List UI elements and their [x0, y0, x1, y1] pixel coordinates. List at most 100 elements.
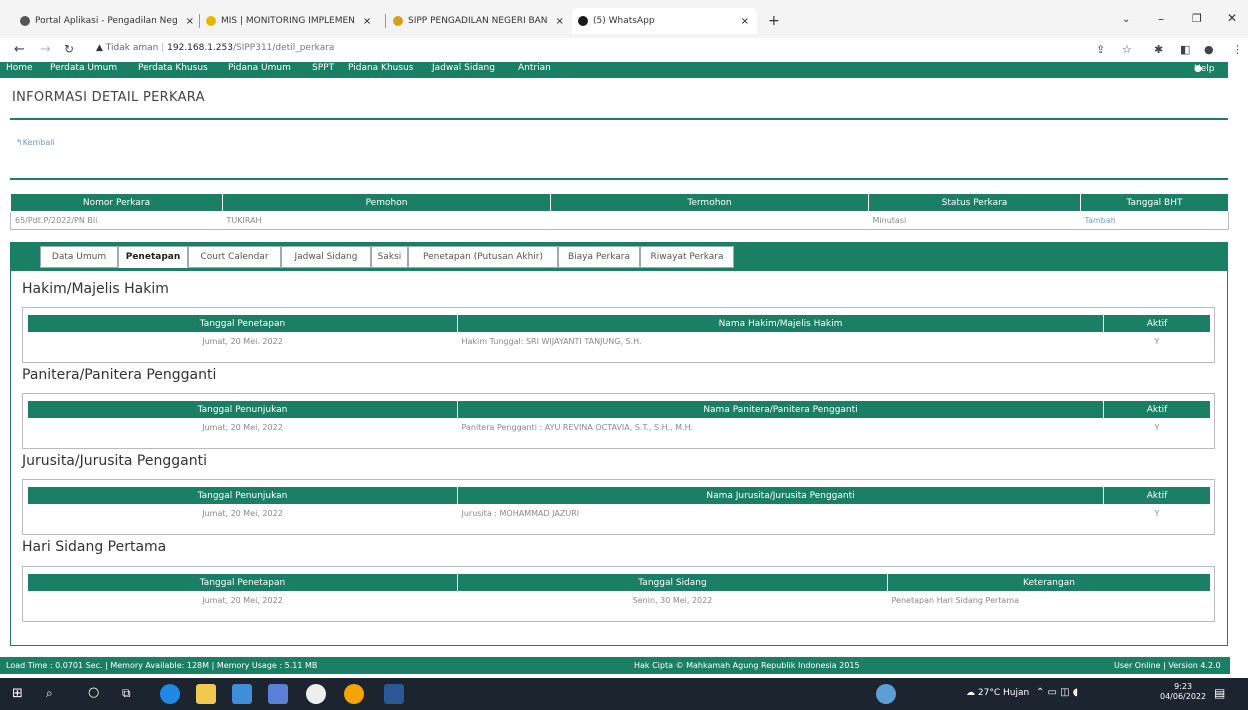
tab-jadwal-sidang[interactable]: Jadwal Sidang — [281, 246, 371, 268]
minimize-icon[interactable]: – — [1158, 12, 1164, 26]
profile-icon[interactable]: ● — [1204, 43, 1214, 56]
col-header: Nama Panitera/Panitera Pengganti — [457, 400, 1104, 419]
clock-time: 9:23 — [1174, 682, 1193, 691]
col-header: Keterangan — [887, 573, 1211, 592]
nav-item-pidana-khusus[interactable]: Pidana Khusus — [348, 63, 413, 73]
menu-icon[interactable]: ⋮ — [1232, 43, 1243, 56]
col-header: Status Perkara — [868, 193, 1081, 212]
clock[interactable]: 9:23 04/06/2022 — [1160, 682, 1206, 702]
col-header: Nomor Perkara — [10, 193, 223, 212]
cell-date: Jumat, 20 Mei. 2022 — [202, 337, 283, 347]
col-header: Tanggal Penetapan — [27, 573, 458, 592]
col-header: Termohon — [550, 193, 869, 212]
search-icon[interactable]: ⌕ — [46, 686, 53, 701]
nav-item-sppt[interactable]: SPPT — [312, 63, 334, 73]
browser-tab-label: (5) WhatsApp — [593, 16, 655, 26]
close-icon[interactable]: × — [186, 16, 194, 27]
col-header: Pemohon — [222, 193, 551, 212]
browser-tab-sipp[interactable]: SIPP PENGADILAN NEGERI BAN × — [393, 8, 565, 34]
col-header: Tanggal BHT — [1080, 193, 1229, 212]
col-header: Tanggal Penetapan — [27, 314, 458, 333]
section-title-jurusita: Jurusita/Jurusita Pengganti — [22, 453, 207, 469]
tab-biaya-perkara[interactable]: Biaya Perkara — [558, 246, 640, 268]
weather-widget[interactable]: ☁ 27°C Hujan — [966, 688, 1029, 698]
col-header: Aktif — [1103, 486, 1211, 505]
case-status: Minutasi — [872, 216, 907, 225]
chevron-down-icon[interactable]: ⌄ — [1122, 14, 1130, 25]
close-icon[interactable]: × — [363, 16, 371, 27]
add-bht-link[interactable]: Tambah — [1081, 212, 1229, 230]
browser-tab-label: Portal Aplikasi - Pengadilan Neg — [35, 16, 178, 26]
respondent — [551, 212, 869, 230]
cell-active: Y — [1154, 423, 1160, 433]
back-link[interactable]: ↰Kembali — [16, 138, 55, 147]
site-icon — [206, 16, 216, 26]
notification-icon[interactable]: ▤ — [1214, 686, 1225, 700]
col-header: Nama Jurusita/Jurusita Pengganti — [457, 486, 1104, 505]
jurusita-table-box: Tanggal Penunjukan Nama Jurusita/Jurusit… — [22, 479, 1215, 535]
star-icon[interactable]: ☆ — [1122, 43, 1132, 56]
back-arrow-icon[interactable]: ← — [14, 42, 25, 57]
forward-arrow-icon[interactable]: → — [40, 42, 51, 57]
maximize-icon[interactable]: ❐ — [1192, 12, 1202, 25]
whatsapp-icon — [578, 16, 588, 26]
cell-date: Jumat, 20 Mei, 2022 — [202, 509, 283, 519]
cell-name: Hakim Tunggal: SRI WIJAYANTI TANJUNG, S.… — [461, 337, 642, 347]
nav-item-perdata-khusus[interactable]: Perdata Khusus — [138, 63, 208, 73]
windows-start-icon[interactable]: ⊞ — [12, 686, 23, 701]
weather-icon: ☁ — [966, 688, 975, 698]
word-icon[interactable] — [384, 684, 404, 704]
globe-icon — [20, 16, 30, 26]
browser-tab-portal[interactable]: Portal Aplikasi - Pengadilan Neg × — [20, 8, 195, 34]
cortana-icon[interactable]: ○ — [88, 685, 99, 700]
close-icon[interactable]: × — [741, 16, 749, 27]
tab-penetapan[interactable]: Penetapan — [118, 246, 188, 268]
col-header: Aktif — [1103, 314, 1211, 333]
content-divider — [10, 178, 1228, 180]
table-row: Jumat, 20 Mei. 2022 Hakim Tunggal: SRI W… — [28, 333, 1211, 351]
tab-court-calendar[interactable]: Court Calendar — [188, 246, 281, 268]
nav-item-antrian[interactable]: Antrian — [518, 63, 551, 73]
url-field[interactable]: ▲ Tidak aman | 192.168.1.253/SIPP311/det… — [96, 43, 334, 53]
tab-putusan-akhir[interactable]: Penetapan (Putusan Akhir) — [408, 246, 558, 268]
window-close-icon[interactable]: ✕ — [1227, 11, 1237, 25]
reload-icon[interactable]: ↻ — [64, 42, 74, 56]
tab-saksi[interactable]: Saksi — [371, 246, 408, 268]
mail-icon[interactable] — [232, 684, 252, 704]
sidebar-icon[interactable]: ◧ — [1180, 43, 1190, 56]
tab-data-umum[interactable]: Data Umum — [40, 246, 118, 268]
col-header: Tanggal Penunjukan — [27, 486, 458, 505]
edge-icon[interactable] — [160, 684, 180, 704]
store-icon[interactable] — [268, 684, 288, 704]
cell-name: Panitera Pengganti : AYU REVINA OCTAVIA,… — [461, 423, 694, 433]
url-host: 192.168.1.253 — [167, 43, 233, 53]
cloud-icon[interactable] — [876, 684, 896, 704]
app-icon[interactable] — [306, 684, 326, 704]
sidang-table-box: Tanggal Penetapan Tanggal Sidang Keteran… — [22, 566, 1215, 622]
cell-date: Jumat, 20 Mei, 2022 — [202, 596, 283, 606]
nav-item-pidana-umum[interactable]: Pidana Umum — [228, 63, 291, 73]
share-icon[interactable]: ⇪ — [1096, 43, 1105, 56]
file-explorer-icon[interactable] — [196, 684, 216, 704]
new-tab-button[interactable]: + — [768, 13, 780, 29]
app-footer: Load Time : 0.0701 Sec. | Memory Availab… — [0, 657, 1230, 674]
nav-item-perdata-umum[interactable]: Perdata Umum — [50, 63, 117, 73]
panitera-table-box: Tanggal Penunjukan Nama Panitera/Paniter… — [22, 393, 1215, 449]
browser-tab-whatsapp[interactable]: (5) WhatsApp × — [572, 8, 757, 34]
browser-tab-label: SIPP PENGADILAN NEGERI BAN — [408, 16, 548, 26]
section-title-panitera: Panitera/Panitera Pengganti — [22, 367, 217, 383]
chrome-icon[interactable] — [344, 684, 364, 704]
system-tray-icons[interactable]: ⌃ ▭ ◫ ◖ — [1036, 687, 1078, 698]
sidang-table: Tanggal Penetapan Tanggal Sidang Keteran… — [27, 573, 1211, 610]
case-number: 65/Pdt.P/2022/PN Bli — [15, 216, 98, 225]
browser-tab-mis[interactable]: MIS | MONITORING IMPLEMEN × — [206, 8, 381, 34]
cell-hearing-date: Senin, 30 Mei, 2022 — [632, 596, 713, 606]
close-icon[interactable]: × — [556, 16, 564, 27]
table-row: Jumat, 20 Mei, 2022 Senin, 30 Mei, 2022 … — [28, 592, 1211, 610]
nav-item-jadwal-sidang[interactable]: Jadwal Sidang — [432, 63, 495, 73]
extensions-icon[interactable]: ✱ — [1154, 43, 1163, 56]
task-view-icon[interactable]: ⧉ — [122, 686, 131, 701]
nav-item-home[interactable]: Home — [6, 63, 33, 73]
tab-riwayat-perkara[interactable]: Riwayat Perkara — [640, 246, 734, 268]
section-title-hakim: Hakim/Majelis Hakim — [22, 281, 169, 297]
